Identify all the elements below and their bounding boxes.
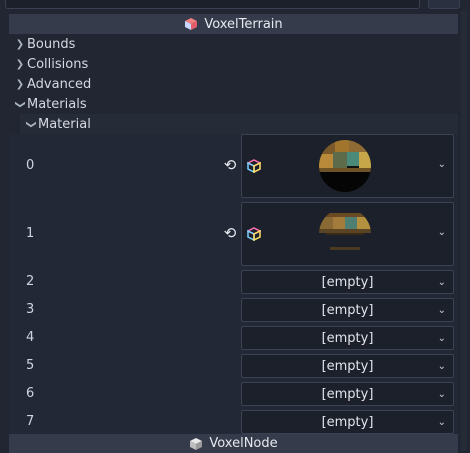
group-label: Materials <box>27 96 87 112</box>
chevron-down-icon: ⌄ <box>437 417 446 428</box>
chevron-right-icon: ❯ <box>15 58 25 70</box>
revert-icon[interactable]: ⟲ <box>222 157 238 173</box>
group-advanced[interactable]: ❯ Advanced <box>9 74 458 94</box>
material-index: 1 <box>26 226 35 241</box>
material-slot-3[interactable]: [empty] ⌄ <box>241 298 454 322</box>
material-slot-2[interactable]: [empty] ⌄ <box>241 270 454 294</box>
chevron-down-icon: ❯ <box>25 119 37 129</box>
group-label: Bounds <box>27 36 76 52</box>
material-value: [empty] <box>321 274 374 290</box>
group-label: Advanced <box>27 76 92 92</box>
material-index: 3 <box>26 302 35 317</box>
material-index: 2 <box>26 274 35 289</box>
chevron-down-icon: ⌄ <box>437 159 446 170</box>
inherited-class-header: VoxelNode <box>9 434 458 453</box>
material-index: 7 <box>26 414 35 429</box>
chevron-down-icon: ❯ <box>14 99 26 109</box>
inspector-scrollbar[interactable] <box>461 11 467 451</box>
chevron-down-icon: ⌄ <box>437 333 446 344</box>
group-collisions[interactable]: ❯ Collisions <box>9 54 458 74</box>
chevron-right-icon: ❯ <box>15 38 25 50</box>
material-index: 0 <box>26 158 35 173</box>
material-icon <box>247 227 261 241</box>
inspector-header: VoxelTerrain <box>9 14 458 34</box>
top-toolbar <box>0 0 470 11</box>
material-slot-4[interactable]: [empty] ⌄ <box>241 326 454 350</box>
group-materials[interactable]: ❯ Materials <box>9 94 458 114</box>
chevron-down-icon: ⌄ <box>437 277 446 288</box>
group-label: Collisions <box>27 56 89 72</box>
voxel-terrain-icon <box>185 18 198 30</box>
toolbar-menu-button[interactable] <box>428 0 460 9</box>
material-array-toggle[interactable]: ❯ Material <box>20 114 458 134</box>
material-slot-5[interactable]: [empty] ⌄ <box>241 354 454 378</box>
inspector-title: VoxelTerrain <box>204 16 283 32</box>
material-array-label: Material <box>38 116 91 132</box>
inherited-class-title: VoxelNode <box>209 436 278 451</box>
material-index: 6 <box>26 386 35 401</box>
chevron-down-icon: ⌄ <box>437 227 446 238</box>
material-value: [empty] <box>321 302 374 318</box>
chevron-down-icon: ⌄ <box>437 305 446 316</box>
material-preview-0 <box>319 140 371 192</box>
chevron-down-icon: ⌄ <box>437 361 446 372</box>
material-index: 5 <box>26 358 35 373</box>
material-icon <box>247 159 261 173</box>
chevron-right-icon: ❯ <box>15 78 25 90</box>
material-value: [empty] <box>321 330 374 346</box>
material-slot-0[interactable]: ⌄ <box>241 134 454 198</box>
material-slot-1[interactable]: ⌄ <box>241 202 454 266</box>
path-field[interactable] <box>5 0 420 9</box>
material-preview-1 <box>319 213 371 250</box>
material-slot-6[interactable]: [empty] ⌄ <box>241 382 454 406</box>
group-bounds[interactable]: ❯ Bounds <box>9 34 458 54</box>
material-value: [empty] <box>321 358 374 374</box>
voxel-node-icon <box>190 437 203 450</box>
material-value: [empty] <box>321 386 374 402</box>
revert-icon[interactable]: ⟲ <box>222 225 238 241</box>
material-value: [empty] <box>321 414 374 430</box>
material-index: 4 <box>26 330 35 345</box>
chevron-down-icon: ⌄ <box>437 389 446 400</box>
material-slot-7[interactable]: [empty] ⌄ <box>241 410 454 434</box>
